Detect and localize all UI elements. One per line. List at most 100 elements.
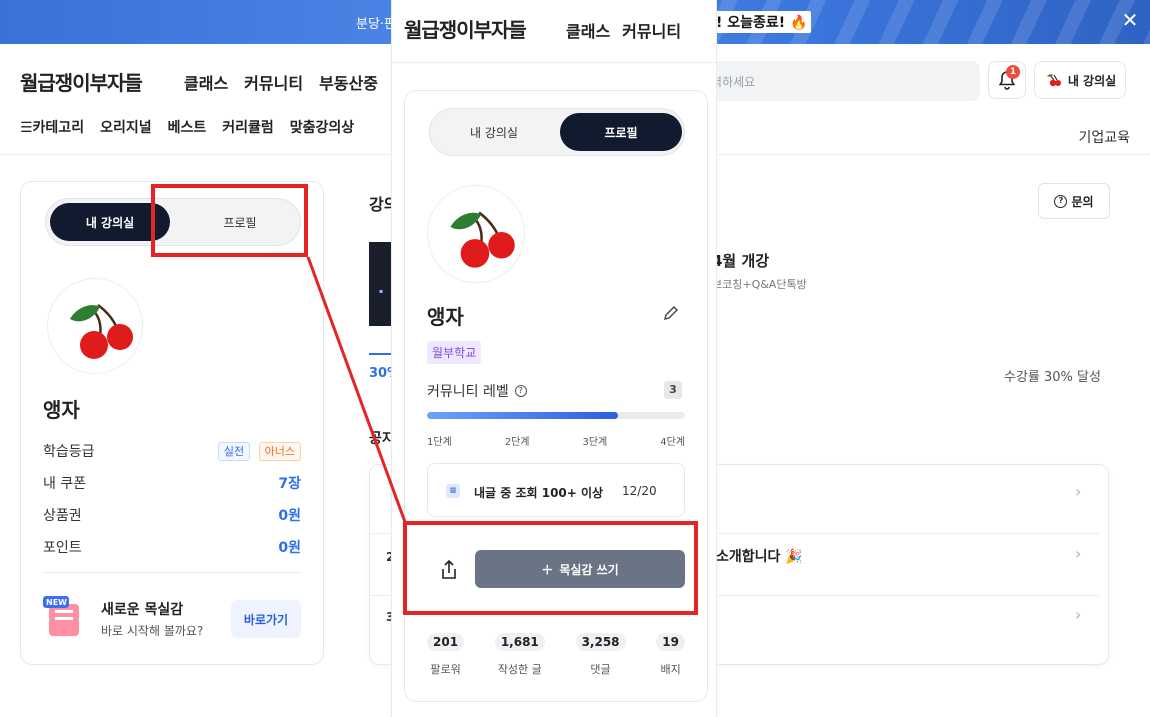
school-badge: 월부학교 (427, 341, 482, 364)
cherry-icon (1046, 74, 1061, 87)
stat-label: 배지 (660, 663, 681, 676)
mobile-nav: 클래스 커뮤니티 (566, 18, 681, 42)
level-step: 2단계 (504, 437, 530, 448)
my-classroom-label: 내 강의실 (1067, 73, 1117, 88)
stat-label: 팔로워 (430, 663, 461, 676)
stat-number: 201 (427, 633, 465, 651)
learning-grade-label: 학습등급 (43, 444, 95, 460)
site-logo[interactable]: 월급쟁이부자들 (20, 67, 143, 96)
points-value: 0원 (278, 540, 301, 556)
search-input[interactable]: 입력하세요 (700, 61, 980, 101)
subnav-best[interactable]: 베스트 (168, 117, 207, 137)
thumbnail-text: ▪ (379, 288, 384, 295)
level-steps: 1단계 2단계 3단계 4단계 (427, 433, 685, 448)
points-label: 포인트 (43, 540, 82, 556)
document-icon: ≡ (446, 484, 460, 498)
notice-section-title: 공지 (369, 431, 395, 447)
cherry-avatar-icon (70, 304, 133, 359)
cherry-avatar-icon (450, 211, 515, 268)
community-level-label: 커뮤니티 레벨 (427, 384, 509, 400)
banner-close-icon[interactable]: ✕ (1120, 10, 1140, 30)
notification-badge: 1 (1006, 65, 1020, 79)
subnav-custom[interactable]: 맞춤강의상 (290, 117, 354, 137)
profile-stats: 학습등급 실전 아너스 내 쿠폰 7장 상품권 0원 포인트 0원 (43, 435, 301, 563)
go-button[interactable]: 바로가기 (231, 600, 301, 638)
community-level: 커뮤니티 레벨 ? (427, 381, 527, 401)
mobile-avatar (427, 185, 525, 283)
new-badge-text: NEW (46, 598, 67, 607)
learning-grade-row: 학습등급 실전 아너스 (43, 435, 301, 467)
notification-button[interactable]: 1 (988, 61, 1026, 99)
nav-item-community[interactable]: 커뮤니티 (244, 70, 303, 94)
banner-text-left: 분당·판 (356, 17, 397, 32)
chevron-right-icon[interactable]: › (1075, 544, 1081, 563)
mobile-profile-toggle: 내 강의실 프로필 (429, 108, 685, 156)
coupon-row[interactable]: 내 쿠폰 7장 (43, 467, 301, 499)
promo-title: 새로운 목실감 (101, 602, 184, 618)
mobile-profile-name: 앵자 (427, 305, 464, 329)
mobile-nav-community[interactable]: 커뮤니티 (622, 18, 681, 42)
profile-stat-list: 201 팔로워 1,681 작성한 글 3,258 댓글 19 배지 (427, 633, 685, 677)
nav-item-class[interactable]: 클래스 (184, 70, 228, 94)
card-divider (43, 572, 301, 573)
inquiry-button[interactable]: ? 문의 (1038, 183, 1110, 219)
level-number: 3 (664, 381, 682, 399)
points-row[interactable]: 포인트 0원 (43, 531, 301, 563)
chevron-right-icon[interactable]: › (1075, 605, 1081, 624)
mobile-logo[interactable]: 월급쟁이부자들 (404, 14, 527, 43)
coupon-label: 내 쿠폰 (43, 476, 87, 492)
stat-comments[interactable]: 3,258 댓글 (575, 633, 626, 677)
grade-badge-practical: 실전 (217, 442, 251, 461)
quest-text: 내글 중 조회 100+ 이상 (474, 486, 604, 500)
stat-label: 작성한 글 (497, 663, 542, 676)
inquiry-label: 문의 (1071, 194, 1094, 209)
level-progress-fill (427, 412, 618, 419)
course-title[interactable]: 4월 개강 (712, 250, 769, 271)
banner-text-right: ! 오늘종료! 🔥 (712, 11, 812, 33)
progress-goal: 수강률 30% 달성 (1004, 370, 1101, 385)
promo-subtitle: 바로 시작해 볼까요? (101, 624, 204, 638)
profile-name: 앵자 (43, 398, 80, 422)
level-step: 4단계 (660, 437, 685, 448)
giftcard-row[interactable]: 상품권 0원 (43, 499, 301, 531)
highlight-box-profile-tab (151, 184, 308, 257)
level-step: 3단계 (582, 437, 608, 448)
list-item-text[interactable]: 소개합니다 🎉 (716, 546, 803, 566)
stat-followers[interactable]: 201 팔로워 (427, 633, 465, 677)
course-subtitle: 브코칭+Q&A단톡방 (712, 278, 807, 291)
question-icon[interactable]: ? (514, 385, 527, 397)
quest-count: 12/20 (622, 484, 657, 498)
stat-posts[interactable]: 1,681 작성한 글 (494, 633, 545, 677)
question-icon: ? (1054, 194, 1068, 208)
stat-number: 3,258 (575, 633, 626, 651)
level-progress-bar (427, 412, 685, 419)
quest-card[interactable]: ≡ 내글 중 조회 100+ 이상 12/20 (427, 463, 685, 517)
corporate-education-link[interactable]: 기업교육 (1078, 127, 1130, 147)
giftcard-label: 상품권 (43, 508, 82, 524)
mobile-header-divider (392, 62, 716, 63)
sub-nav: ☰카테고리 오리지널 베스트 커리큘럼 맞춤강의상 (20, 117, 370, 137)
main-nav: 클래스 커뮤니티 부동산중 (184, 70, 378, 94)
avatar (47, 278, 143, 374)
new-journal-icon: NEW (43, 594, 83, 638)
mobile-tab-profile[interactable]: 프로필 (560, 113, 682, 151)
subnav-original[interactable]: 오리지널 (100, 117, 152, 137)
subnav-category[interactable]: ☰카테고리 (20, 117, 84, 137)
nav-item-realestate[interactable]: 부동산중 (319, 70, 378, 94)
stat-label: 댓글 (590, 663, 611, 676)
grade-badges: 실전 아너스 (217, 442, 301, 461)
stat-number: 19 (656, 633, 685, 651)
chevron-right-icon[interactable]: › (1075, 482, 1081, 501)
mobile-nav-class[interactable]: 클래스 (566, 18, 610, 42)
stat-number: 1,681 (494, 633, 545, 651)
mobile-tab-my-classroom[interactable]: 내 강의실 (434, 113, 554, 151)
subnav-curriculum[interactable]: 커리큘럼 (222, 117, 274, 137)
coupon-value: 7장 (278, 476, 301, 492)
grade-badge-honors: 아너스 (258, 442, 301, 461)
course-thumbnail[interactable]: ▪ (369, 242, 393, 326)
level-step: 1단계 (427, 437, 452, 448)
stat-badges[interactable]: 19 배지 (656, 633, 685, 677)
my-classroom-button[interactable]: 내 강의실 (1034, 61, 1126, 99)
pencil-icon[interactable] (661, 303, 681, 323)
highlight-box-write-button (403, 521, 698, 615)
